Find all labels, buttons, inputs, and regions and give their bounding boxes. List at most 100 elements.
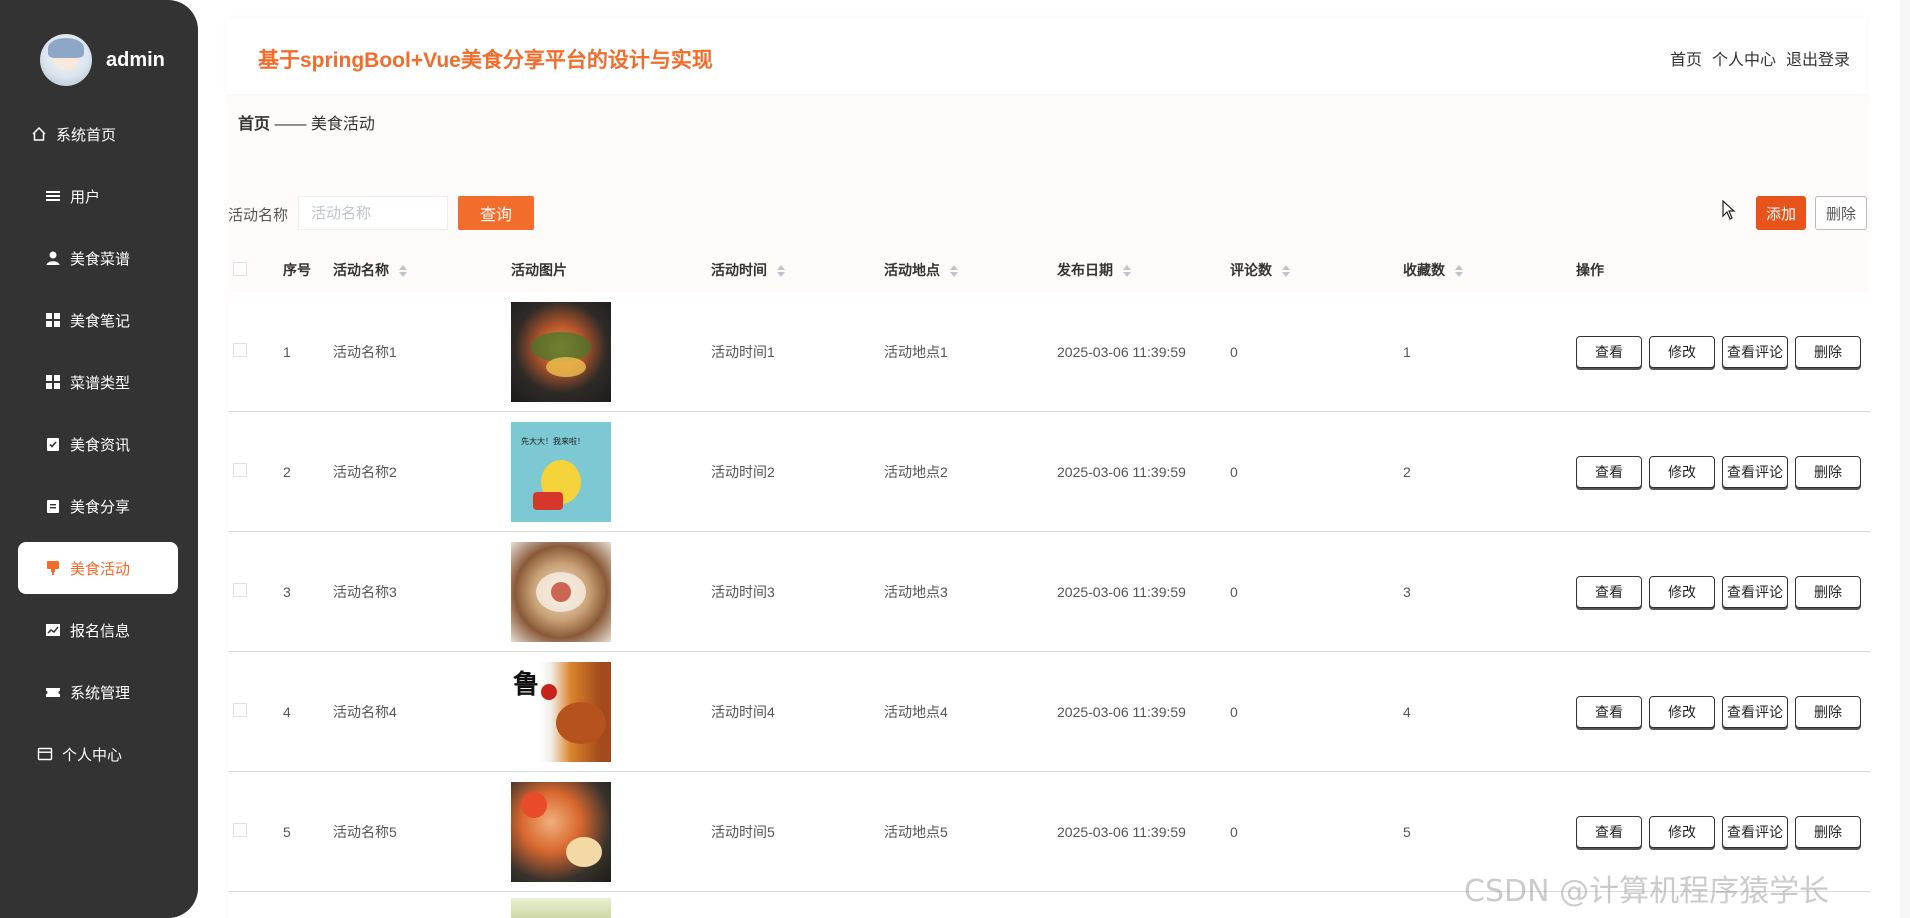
delete-button[interactable]: 删除 bbox=[1795, 695, 1861, 728]
scrollbar[interactable] bbox=[1900, 0, 1910, 918]
header-link-profile[interactable]: 个人中心 bbox=[1712, 46, 1776, 70]
activity-image[interactable]: 先大大！我来啦！ bbox=[511, 421, 611, 522]
row-checkbox[interactable] bbox=[233, 583, 247, 597]
clipboard-check-icon bbox=[44, 435, 62, 453]
cell-name: 活动名称1 bbox=[333, 343, 397, 360]
header-time-label: 活动时间 bbox=[711, 262, 767, 278]
header-place-label: 活动地点 bbox=[884, 262, 940, 278]
delete-button[interactable]: 删除 bbox=[1795, 455, 1861, 488]
row-checkbox[interactable] bbox=[233, 343, 247, 357]
sidebar-item-label: 系统首页 bbox=[56, 126, 117, 144]
search-label: 活动名称 bbox=[228, 207, 289, 224]
grid-icon bbox=[44, 373, 62, 391]
search-input[interactable] bbox=[298, 196, 448, 230]
avatar[interactable] bbox=[40, 34, 92, 86]
activity-image[interactable] bbox=[511, 301, 611, 402]
user-icon bbox=[44, 249, 62, 267]
row-actions: 查看 修改 查看评论 删除 bbox=[1576, 455, 1870, 488]
sidebar-item-signups[interactable]: 报名信息 bbox=[18, 604, 178, 656]
header-place[interactable]: 活动地点 bbox=[884, 260, 1057, 280]
sidebar-item-users[interactable]: 用户 bbox=[18, 170, 178, 222]
edit-button[interactable]: 修改 bbox=[1649, 455, 1715, 488]
view-comments-button[interactable]: 查看评论 bbox=[1722, 815, 1788, 848]
sidebar-item-profile[interactable]: 个人中心 bbox=[18, 728, 178, 780]
edit-button[interactable]: 修改 bbox=[1649, 575, 1715, 608]
select-all-checkbox[interactable] bbox=[233, 261, 247, 276]
cell-comments: 0 bbox=[1230, 703, 1238, 720]
cell-place: 活动地点1 bbox=[884, 343, 948, 360]
header-time[interactable]: 活动时间 bbox=[711, 260, 884, 280]
sort-icon[interactable] bbox=[949, 265, 958, 278]
edit-button[interactable]: 修改 bbox=[1649, 815, 1715, 848]
thumb-caption: 先大大！我来啦！ bbox=[521, 436, 585, 446]
sort-icon[interactable] bbox=[1122, 265, 1131, 278]
activity-image[interactable] bbox=[511, 898, 611, 918]
breadcrumb: 首页 —— 美食活动 bbox=[238, 110, 375, 134]
view-button[interactable]: 查看 bbox=[1576, 335, 1642, 368]
edit-button[interactable]: 修改 bbox=[1649, 335, 1715, 368]
header-link-logout[interactable]: 退出登录 bbox=[1786, 46, 1850, 70]
view-comments-button[interactable]: 查看评论 bbox=[1722, 335, 1788, 368]
view-button[interactable]: 查看 bbox=[1576, 815, 1642, 848]
header-favorites-label: 收藏数 bbox=[1403, 262, 1445, 278]
sidebar-item-shares[interactable]: 美食分享 bbox=[18, 480, 178, 532]
grid-icon bbox=[44, 311, 62, 329]
cell-date: 2025-03-06 11:39:59 bbox=[1057, 343, 1186, 360]
view-button[interactable]: 查看 bbox=[1576, 575, 1642, 608]
row-actions: 查看 修改 查看评论 删除 bbox=[1576, 575, 1870, 608]
cell-favorites: 2 bbox=[1403, 463, 1411, 480]
cell-comments: 0 bbox=[1230, 343, 1238, 360]
table-row: 1 活动名称1 活动时间1 活动地点1 2025-03-06 11:39:59 … bbox=[228, 292, 1870, 412]
thumb-character: 鲁 bbox=[513, 669, 540, 700]
batch-delete-button[interactable]: 删除 bbox=[1815, 196, 1867, 230]
delete-button[interactable]: 删除 bbox=[1795, 575, 1861, 608]
sort-icon[interactable] bbox=[1454, 265, 1463, 278]
header-link-home[interactable]: 首页 bbox=[1670, 46, 1702, 70]
header-name-label: 活动名称 bbox=[333, 262, 389, 278]
cell-comments: 0 bbox=[1230, 583, 1238, 600]
sidebar-item-label: 系统管理 bbox=[70, 684, 131, 702]
add-button[interactable]: 添加 bbox=[1756, 196, 1806, 230]
activity-image[interactable] bbox=[511, 541, 611, 642]
view-comments-button[interactable]: 查看评论 bbox=[1722, 695, 1788, 728]
sidebar-item-recipes[interactable]: 美食菜谱 bbox=[18, 232, 178, 284]
sidebar-item-label: 用户 bbox=[70, 188, 101, 206]
sidebar-item-label: 美食菜谱 bbox=[70, 250, 131, 268]
cell-time: 活动时间3 bbox=[711, 583, 775, 600]
activity-image[interactable] bbox=[511, 781, 611, 882]
sidebar-item-home[interactable]: 系统首页 bbox=[18, 108, 178, 160]
view-button[interactable]: 查看 bbox=[1576, 455, 1642, 488]
table-header: 序号 活动名称 活动图片 活动时间 活动地点 发布日期 评论数 收藏数 操作 bbox=[228, 248, 1870, 292]
sidebar-item-activities[interactable]: 美食活动 bbox=[18, 542, 178, 594]
row-checkbox[interactable] bbox=[233, 703, 247, 717]
view-button[interactable]: 查看 bbox=[1576, 695, 1642, 728]
ticket-icon bbox=[44, 683, 62, 701]
sidebar-menu: 系统首页 用户 美食菜谱 美食笔记 菜谱类型 美食资讯 美食分享 美食活动 报名… bbox=[18, 108, 178, 790]
delete-button[interactable]: 删除 bbox=[1795, 815, 1861, 848]
breadcrumb-home[interactable]: 首页 bbox=[238, 116, 270, 133]
sidebar-item-news[interactable]: 美食资讯 bbox=[18, 418, 178, 470]
query-button[interactable]: 查询 bbox=[458, 196, 534, 230]
sidebar-item-notes[interactable]: 美食笔记 bbox=[18, 294, 178, 346]
edit-button[interactable]: 修改 bbox=[1649, 695, 1715, 728]
header-favorites[interactable]: 收藏数 bbox=[1403, 260, 1576, 280]
chart-icon bbox=[44, 621, 62, 639]
header-date[interactable]: 发布日期 bbox=[1057, 260, 1230, 280]
sidebar-item-label: 美食笔记 bbox=[70, 312, 131, 330]
header-comments[interactable]: 评论数 bbox=[1230, 260, 1403, 280]
sort-icon[interactable] bbox=[398, 265, 407, 278]
activity-image[interactable]: 鲁 bbox=[511, 661, 611, 762]
sidebar-item-label: 菜谱类型 bbox=[70, 374, 131, 392]
header-comments-label: 评论数 bbox=[1230, 262, 1272, 278]
header-name[interactable]: 活动名称 bbox=[333, 260, 511, 280]
row-checkbox[interactable] bbox=[233, 823, 247, 837]
sort-icon[interactable] bbox=[1281, 265, 1290, 278]
row-checkbox[interactable] bbox=[233, 463, 247, 477]
sort-icon[interactable] bbox=[776, 265, 785, 278]
sidebar-item-label: 个人中心 bbox=[62, 746, 123, 764]
sidebar-item-recipe-types[interactable]: 菜谱类型 bbox=[18, 356, 178, 408]
sidebar-item-system[interactable]: 系统管理 bbox=[18, 666, 178, 718]
delete-button[interactable]: 删除 bbox=[1795, 335, 1861, 368]
view-comments-button[interactable]: 查看评论 bbox=[1722, 575, 1788, 608]
view-comments-button[interactable]: 查看评论 bbox=[1722, 455, 1788, 488]
